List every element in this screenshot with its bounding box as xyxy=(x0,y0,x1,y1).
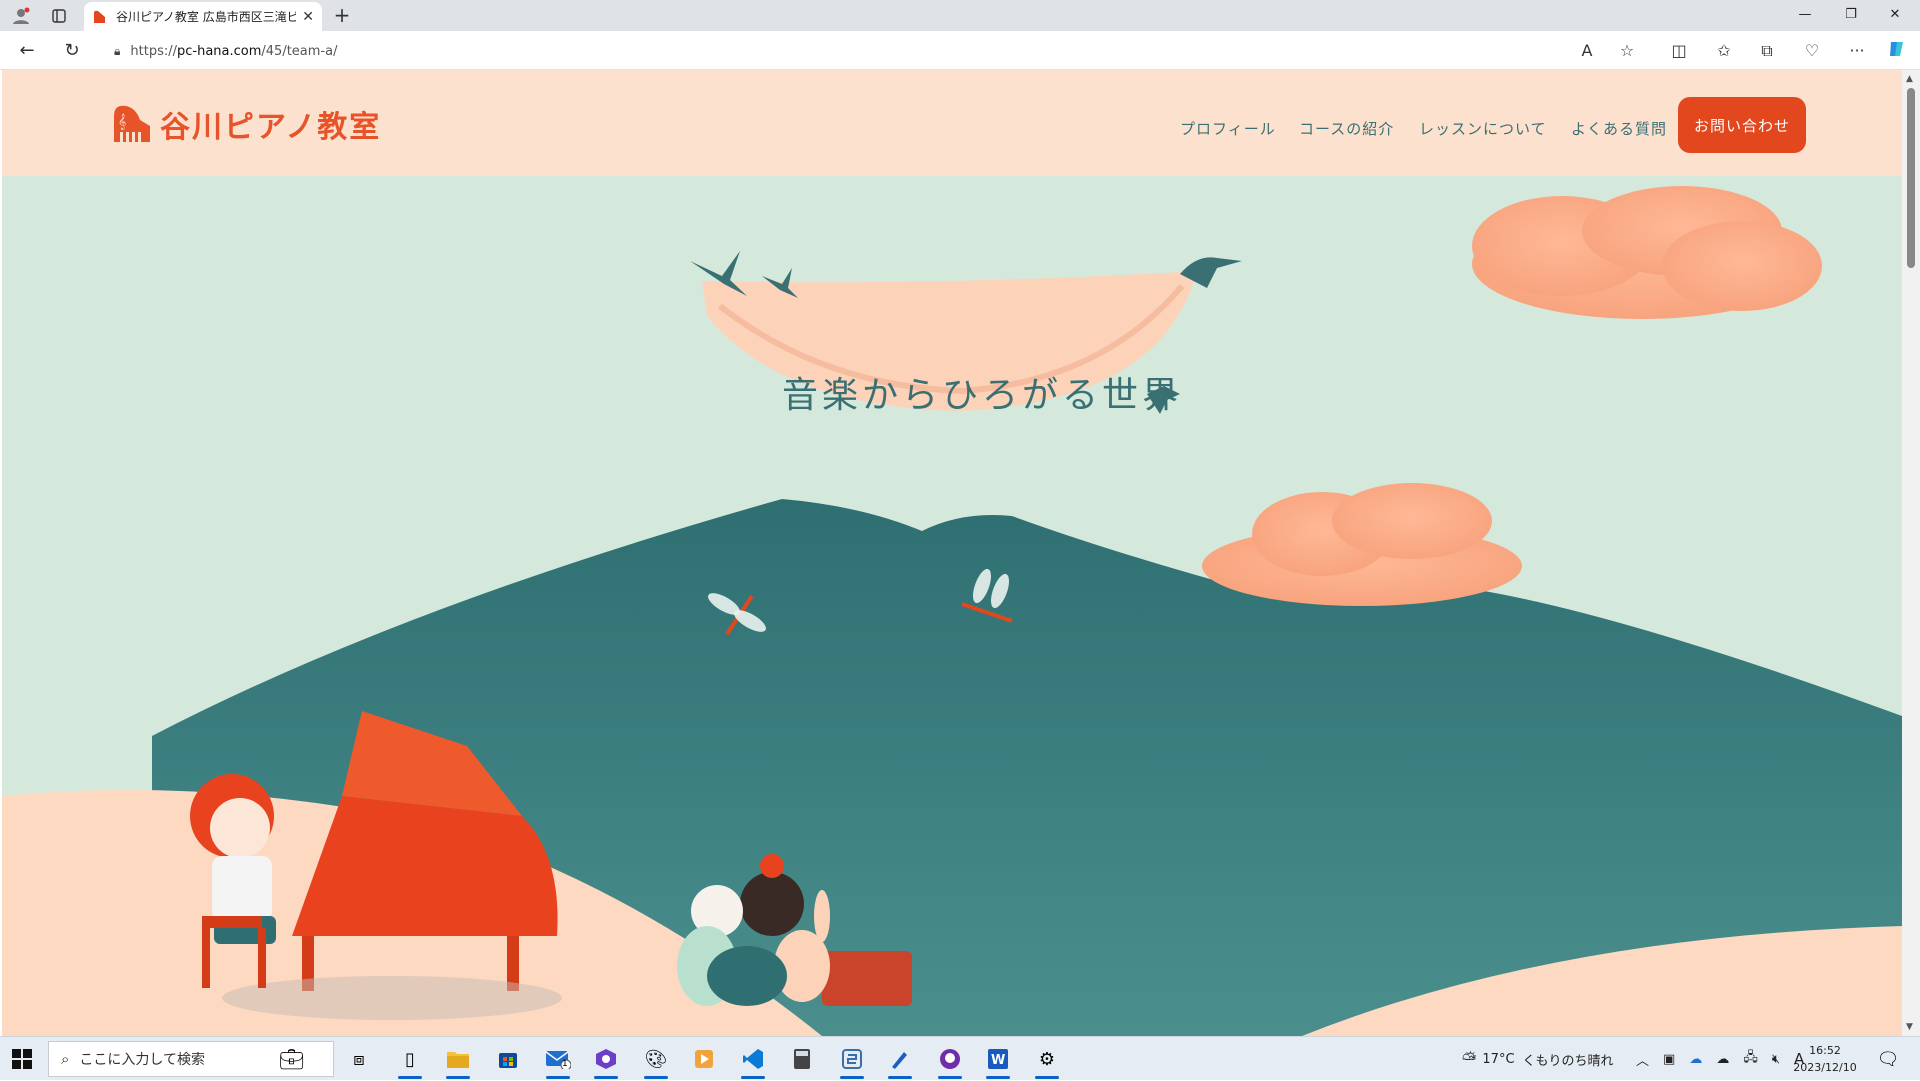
site-logo[interactable]: 𝄞 谷川ピアノ教室 xyxy=(110,102,381,146)
store-app-icon[interactable] xyxy=(492,1043,524,1075)
site-favicon-icon xyxy=(94,10,105,23)
site-header: 𝄞 谷川ピアノ教室 プロフィール コースの紹介 レッスンについて よくある質問 … xyxy=(2,70,1902,176)
mail-badge: 1 xyxy=(562,1059,568,1069)
tab-actions-icon[interactable] xyxy=(48,5,70,27)
search-icon: ⌕ xyxy=(61,1050,70,1068)
word-app-icon[interactable]: W xyxy=(982,1043,1014,1079)
volume-muted-icon[interactable]: 🔇︎ xyxy=(1772,1052,1780,1067)
restore-icon[interactable]: ❐ xyxy=(1836,4,1866,26)
github-icon[interactable] xyxy=(934,1043,966,1079)
minimize-icon[interactable]: — xyxy=(1790,4,1820,26)
address-bar: ← ↻ 🔒︎ https://pc-hana.com/45/team-a/ A … xyxy=(0,31,1920,70)
more-menu-icon[interactable]: ··· xyxy=(1845,39,1869,63)
taskbar-search-box[interactable]: ⌕ ここに入力して検索 💼︎ xyxy=(48,1041,334,1077)
hero-title: 音楽からひろがる世界 xyxy=(781,375,1182,416)
url-field[interactable]: 🔒︎ https://pc-hana.com/45/team-a/ xyxy=(102,36,1642,66)
clock-date: 2023/12/10 xyxy=(1793,1061,1857,1074)
profile-icon[interactable] xyxy=(10,5,32,27)
svg-text:W: W xyxy=(991,1053,1005,1068)
task-view-icon[interactable]: ⧈ xyxy=(343,1043,375,1075)
calculator-icon[interactable] xyxy=(786,1043,818,1075)
browser-essentials-icon[interactable]: ♡ xyxy=(1800,39,1824,63)
chevron-up-icon[interactable]: ︿ xyxy=(1636,1050,1649,1069)
clock-time: 16:52 xyxy=(1809,1044,1841,1057)
weather-temp: 17°C xyxy=(1482,1051,1515,1067)
system-tray: ︿ ▣ ☁ ☁ 🖧︎ 🔇︎ A xyxy=(1636,1037,1804,1081)
briefcase-icon: 💼︎ xyxy=(279,1047,305,1071)
weather-desc: くもりのち晴れ xyxy=(1522,1053,1614,1069)
collections-icon[interactable]: ⧉ xyxy=(1755,39,1779,63)
split-screen-icon[interactable]: ◫ xyxy=(1667,39,1691,63)
file-explorer-icon[interactable] xyxy=(442,1043,474,1079)
snipping-tool-icon[interactable] xyxy=(836,1043,868,1079)
window-close-icon[interactable]: ✕ xyxy=(1880,4,1910,26)
taskbar-clock[interactable]: 16:52 2023/12/10 xyxy=(1790,1042,1860,1076)
scroll-down-icon[interactable]: ▼ xyxy=(1906,1022,1913,1032)
back-icon[interactable]: ← xyxy=(15,39,39,63)
hero-section: 音楽からひろがる世界 xyxy=(2,176,1902,1036)
nav-lessons[interactable]: レッスンについて xyxy=(1419,118,1547,139)
svg-text:𝄞: 𝄞 xyxy=(118,114,126,130)
search-placeholder: ここに入力して検索 xyxy=(79,1052,205,1068)
media-player-icon[interactable] xyxy=(688,1043,720,1075)
tab-title: 谷川ピアノ教室 広島市西区三滝ピ xyxy=(116,10,297,24)
notepad-app-icon[interactable]: ▯ xyxy=(394,1043,426,1079)
weather-widget[interactable]: ⛅︎ 17°C くもりのち晴れ xyxy=(1462,1037,1614,1081)
read-aloud-icon[interactable]: A xyxy=(1575,39,1599,63)
mail-app-icon[interactable]: 1 xyxy=(542,1043,574,1079)
cloud-sync-icon[interactable]: ☁ xyxy=(1716,1052,1729,1067)
page-scrollbar[interactable]: ▲ ▼ xyxy=(1902,70,1920,1036)
vscode-icon[interactable] xyxy=(737,1043,769,1079)
weather-cloud-icon: ⛅︎ xyxy=(1462,1048,1477,1070)
clipchamp-icon[interactable] xyxy=(590,1043,622,1079)
copilot-icon[interactable] xyxy=(1885,39,1909,63)
notification-icon[interactable]: 🗨︎ xyxy=(1872,1043,1904,1075)
settings-gear-icon[interactable]: ⚙ xyxy=(1031,1043,1063,1079)
meet-now-icon[interactable]: ▣ xyxy=(1663,1052,1675,1067)
nav-courses[interactable]: コースの紹介 xyxy=(1299,118,1394,139)
hero-illustration xyxy=(2,186,1902,1036)
pen-app-icon[interactable] xyxy=(884,1043,916,1079)
network-icon[interactable]: 🖧︎ xyxy=(1743,1048,1758,1070)
tab-active[interactable]: 谷川ピアノ教室 広島市西区三滝ピ ✕ xyxy=(84,2,322,31)
close-icon[interactable]: ✕ xyxy=(302,9,314,25)
cloud-large xyxy=(1472,186,1822,319)
web-page: 𝄞 谷川ピアノ教室 プロフィール コースの紹介 レッスンについて よくある質問 … xyxy=(2,70,1902,1036)
paint-app-icon[interactable]: 🎨︎ xyxy=(640,1043,672,1079)
scroll-thumb[interactable] xyxy=(1907,88,1915,268)
lock-icon: 🔒︎ xyxy=(114,43,121,58)
url-text: https://pc-hana.com/45/team-a/ xyxy=(130,43,338,59)
nav-profile[interactable]: プロフィール xyxy=(1180,118,1276,139)
new-tab-button[interactable]: + xyxy=(330,4,354,28)
windows-start-icon[interactable] xyxy=(12,1049,32,1069)
cloud-medium xyxy=(1202,483,1522,606)
favorite-star-icon[interactable]: ☆ xyxy=(1615,39,1639,63)
scroll-up-icon[interactable]: ▲ xyxy=(1906,74,1913,84)
windows-taskbar: ⌕ ここに入力して検索 💼︎ ⧈ ▯ 1 🎨︎ W ⚙ ⛅︎ 17°C くもりの… xyxy=(0,1036,1920,1080)
piano-logo-icon: 𝄞 xyxy=(114,105,150,142)
nav-faq[interactable]: よくある質問 xyxy=(1571,118,1667,139)
onedrive-icon[interactable]: ☁ xyxy=(1689,1052,1702,1067)
refresh-icon[interactable]: ↻ xyxy=(60,39,84,63)
favorites-icon[interactable]: ✩ xyxy=(1712,39,1736,63)
contact-button[interactable]: お問い合わせ xyxy=(1678,97,1806,153)
browser-tab-bar: 谷川ピアノ教室 広島市西区三滝ピ ✕ + — ❐ ✕ xyxy=(0,0,1920,31)
logo-text: 谷川ピアノ教室 xyxy=(160,110,382,145)
